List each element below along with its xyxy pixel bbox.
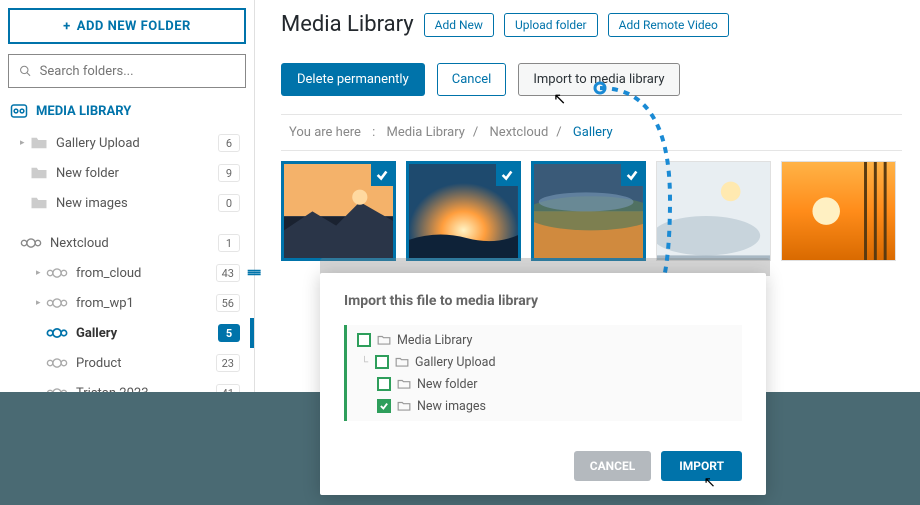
modal-import-button[interactable]: IMPORT: [661, 451, 742, 481]
folder-label: New folder: [417, 377, 477, 392]
chevron-right-icon: ▸: [36, 268, 46, 278]
breadcrumb-item[interactable]: Nextcloud: [490, 125, 549, 140]
target-folder-row[interactable]: New folder: [377, 373, 742, 395]
folder-outline-icon: [377, 334, 391, 346]
count-badge: 9: [218, 164, 240, 182]
folder-outline-icon: [397, 400, 411, 412]
add-new-button[interactable]: Add New: [424, 13, 494, 37]
folder-tree: ▸ Gallery Upload6 New folder9 New images0…: [8, 128, 246, 408]
folder-label: New images: [417, 399, 486, 414]
tree-branch-icon: └: [361, 357, 369, 368]
media-thumbnail[interactable]: [281, 161, 396, 261]
cursor-icon: ↖: [553, 89, 566, 108]
nextcloud-icon: [20, 235, 42, 251]
folder-icon: [30, 135, 48, 151]
count-badge: 5: [218, 324, 240, 342]
count-badge: 1: [218, 234, 240, 252]
import-modal: Import this file to media library Media …: [320, 273, 766, 495]
folder-label: New folder: [56, 166, 218, 181]
media-thumbnail[interactable]: [781, 161, 896, 261]
cancel-button[interactable]: Cancel: [437, 63, 507, 96]
count-badge: 23: [216, 354, 240, 372]
folder-item[interactable]: New folder9: [8, 158, 246, 188]
nextcloud-label: Nextcloud: [50, 236, 218, 251]
folder-label: from_cloud: [76, 266, 216, 281]
library-label: MEDIA LIBRARY: [36, 104, 131, 119]
cursor-icon: ↖: [703, 473, 716, 491]
nc-folder-item[interactable]: Product23: [24, 348, 246, 378]
count-badge: 43: [216, 264, 240, 282]
folder-label: Gallery: [76, 326, 218, 341]
folder-label: Product: [76, 356, 216, 371]
add-folder-label: ADD NEW FOLDER: [77, 19, 191, 34]
upload-folder-button[interactable]: Upload folder: [504, 13, 598, 37]
folder-outline-icon: [397, 378, 411, 390]
media-library-header[interactable]: MEDIA LIBRARY: [10, 102, 244, 120]
modal-cancel-button[interactable]: CANCEL: [574, 451, 651, 481]
breadcrumb: You are here : Media Library/ Nextcloud/…: [281, 114, 902, 151]
chevron-right-icon: ▸: [20, 138, 30, 148]
nextcloud-icon: [46, 325, 68, 341]
media-thumbnail[interactable]: [406, 161, 521, 261]
breadcrumb-item[interactable]: Media Library: [387, 125, 465, 140]
folder-label: Gallery Upload: [56, 136, 218, 151]
checkbox[interactable]: [375, 355, 389, 369]
folder-label: Media Library: [397, 333, 472, 348]
checkbox-checked[interactable]: [377, 399, 391, 413]
import-to-library-button[interactable]: Import to media library: [518, 63, 679, 96]
nextcloud-icon: [46, 265, 68, 281]
library-icon: [10, 102, 28, 120]
nc-folder-item[interactable]: ▸ from_cloud43: [24, 258, 246, 288]
selected-check-icon: [621, 164, 643, 186]
target-folder-row[interactable]: Media Library: [357, 329, 742, 351]
checkbox[interactable]: [357, 333, 371, 347]
count-badge: 56: [216, 294, 240, 312]
nextcloud-root[interactable]: Nextcloud1: [8, 228, 246, 258]
folder-icon: [30, 165, 48, 181]
folder-label: Gallery Upload: [415, 355, 496, 370]
target-folder-tree: Media Library └ Gallery Upload New folder…: [344, 325, 742, 421]
selected-check-icon: [496, 164, 518, 186]
folder-label: New images: [56, 196, 218, 211]
search-input[interactable]: [40, 64, 235, 79]
folder-item[interactable]: New images0: [8, 188, 246, 218]
nc-folder-item-selected[interactable]: Gallery5: [24, 318, 246, 348]
selected-check-icon: [371, 164, 393, 186]
add-remote-video-button[interactable]: Add Remote Video: [608, 13, 729, 37]
count-badge: 0: [218, 194, 240, 212]
modal-title: Import this file to media library: [344, 293, 742, 309]
media-thumbnail[interactable]: [531, 161, 646, 261]
selection-indicator: [250, 318, 254, 348]
breadcrumb-current: Gallery: [573, 125, 613, 140]
page-title: Media Library: [281, 12, 414, 37]
count-badge: 6: [218, 134, 240, 152]
search-container: [8, 54, 246, 88]
folder-outline-icon: [395, 356, 409, 368]
nextcloud-icon: [46, 355, 68, 371]
search-icon: [19, 64, 32, 78]
add-folder-button[interactable]: + ADD NEW FOLDER: [8, 8, 246, 44]
nextcloud-icon: [46, 295, 68, 311]
chevron-right-icon: ▸: [36, 298, 46, 308]
nc-folder-item[interactable]: ▸ from_wp156: [24, 288, 246, 318]
delete-permanently-button[interactable]: Delete permanently: [281, 63, 425, 96]
target-folder-row[interactable]: New images: [377, 395, 742, 417]
thumbnail-image: [782, 162, 895, 260]
target-folder-row[interactable]: └ Gallery Upload: [361, 351, 742, 373]
thumbnail-image: [657, 162, 770, 260]
folder-item[interactable]: ▸ Gallery Upload6: [8, 128, 246, 158]
thumbnail-grid: [281, 161, 902, 261]
folder-icon: [30, 195, 48, 211]
checkbox[interactable]: [377, 377, 391, 391]
plus-icon: +: [63, 19, 71, 34]
media-thumbnail[interactable]: [656, 161, 771, 261]
breadcrumb-prefix: You are here: [289, 125, 361, 140]
folder-label: from_wp1: [76, 296, 216, 311]
